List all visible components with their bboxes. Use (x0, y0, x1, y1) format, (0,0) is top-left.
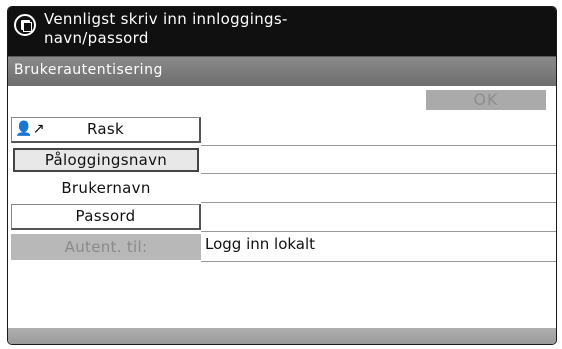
auth-target-label: Autent. til: (64, 238, 148, 256)
ok-button[interactable]: OK (426, 90, 546, 110)
rask-button[interactable]: 👤↗ Rask (11, 117, 201, 143)
password-label: Passord (75, 207, 136, 225)
auth-target-value: Logg inn lokalt (205, 235, 316, 253)
section-title: Brukerautentisering (14, 62, 163, 78)
copy-document-icon (14, 14, 36, 36)
username-label: Brukernavn (61, 179, 151, 197)
row-divider (201, 173, 556, 174)
title-bar: Vennligst skriv inn innloggings- navn/pa… (8, 7, 556, 56)
row-divider (201, 202, 556, 203)
login-name-label: Påloggingsnavn (44, 151, 168, 169)
key-user-icon: 👤↗ (15, 121, 45, 137)
login-name-button[interactable]: Påloggingsnavn (13, 148, 199, 172)
row-divider (201, 145, 556, 146)
title-message: Vennligst skriv inn innloggings- navn/pa… (44, 10, 288, 47)
row-divider (201, 231, 556, 232)
bottom-bar (8, 328, 556, 344)
login-panel: Vennligst skriv inn innloggings- navn/pa… (7, 6, 557, 345)
password-button[interactable]: Passord (11, 204, 201, 230)
section-header: Brukerautentisering (8, 56, 556, 86)
rask-label: Rask (87, 120, 124, 138)
username-button[interactable]: Brukernavn (11, 175, 201, 201)
auth-target-button: Autent. til: (11, 234, 201, 260)
row-divider (201, 261, 556, 262)
